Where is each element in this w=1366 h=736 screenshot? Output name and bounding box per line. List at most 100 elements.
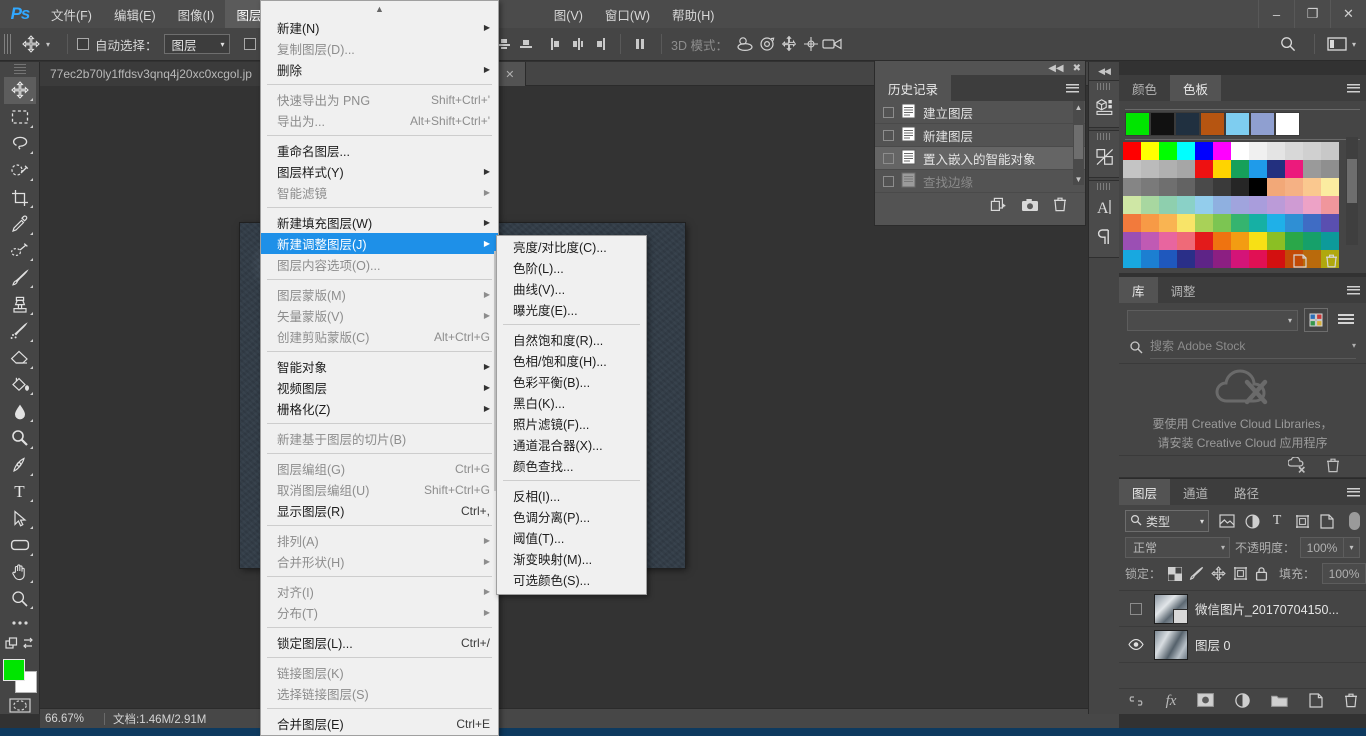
swatch[interactable] bbox=[1123, 142, 1141, 160]
swatch[interactable] bbox=[1267, 178, 1285, 196]
swatch[interactable] bbox=[1195, 142, 1213, 160]
swatch[interactable] bbox=[1177, 178, 1195, 196]
workspace-switcher-icon[interactable] bbox=[1324, 33, 1350, 55]
scroll-down-icon[interactable]: ▼ bbox=[1073, 173, 1084, 185]
swatch[interactable] bbox=[1321, 214, 1339, 232]
layer-row[interactable]: 微信图片_20170704150... bbox=[1119, 591, 1366, 627]
delete-layer-icon[interactable] bbox=[1344, 693, 1358, 711]
menu-file[interactable]: 文件(F) bbox=[40, 0, 103, 28]
menu-item[interactable]: 反相(I)... bbox=[497, 485, 646, 506]
menu-item[interactable]: 照片滤镜(F)... bbox=[497, 413, 646, 434]
type-tool[interactable]: T bbox=[4, 479, 36, 506]
paint-bucket-tool[interactable] bbox=[4, 372, 36, 399]
link-layers-icon[interactable] bbox=[1127, 695, 1145, 709]
menu-item[interactable]: 图层蒙版(M)▶ bbox=[261, 284, 498, 305]
menu-item[interactable]: 合并形状(H)▶ bbox=[261, 551, 498, 572]
recent-swatch[interactable] bbox=[1150, 112, 1175, 136]
menu-item[interactable]: 复制图层(D)... bbox=[261, 38, 498, 59]
menu-item[interactable]: 栅格化(Z)▶ bbox=[261, 398, 498, 419]
dodge-tool[interactable] bbox=[4, 425, 36, 452]
swatch[interactable] bbox=[1213, 160, 1231, 178]
quick-mask-icon[interactable] bbox=[8, 697, 32, 714]
swatch[interactable] bbox=[1195, 196, 1213, 214]
menu-item[interactable]: 新建基于图层的切片(B) bbox=[261, 428, 498, 449]
swatch[interactable] bbox=[1285, 232, 1303, 250]
swatch[interactable] bbox=[1213, 232, 1231, 250]
align-horizontal-centers-icon[interactable] bbox=[567, 33, 589, 55]
menu-item[interactable]: 色彩平衡(B)... bbox=[497, 371, 646, 392]
align-bottom-edges-icon[interactable] bbox=[515, 33, 537, 55]
marquee-tool[interactable] bbox=[4, 104, 36, 131]
layer-visibility-toggle[interactable] bbox=[1125, 639, 1147, 650]
grid-view-button[interactable] bbox=[1304, 308, 1328, 332]
swatch[interactable] bbox=[1213, 214, 1231, 232]
lock-transparent-pixels-icon[interactable] bbox=[1168, 567, 1182, 581]
move-tool[interactable] bbox=[4, 77, 36, 104]
swatch[interactable] bbox=[1231, 214, 1249, 232]
swatch[interactable] bbox=[1303, 232, 1321, 250]
lock-position-icon[interactable] bbox=[1211, 566, 1226, 581]
swatch[interactable] bbox=[1321, 160, 1339, 178]
swatch[interactable] bbox=[1123, 160, 1141, 178]
quick-selection-tool[interactable] bbox=[4, 157, 36, 184]
dock-grip[interactable] bbox=[1097, 133, 1111, 140]
scroll-up-icon[interactable]: ▲ bbox=[1073, 101, 1084, 113]
show-transform-checkbox[interactable] bbox=[244, 38, 256, 50]
distribute-icon[interactable] bbox=[630, 33, 652, 55]
swatch[interactable] bbox=[1141, 142, 1159, 160]
crop-tool[interactable] bbox=[4, 184, 36, 211]
pan-3d-icon[interactable] bbox=[778, 33, 800, 55]
layer-name[interactable]: 微信图片_20170704150... bbox=[1195, 599, 1339, 618]
swatch[interactable] bbox=[1195, 160, 1213, 178]
history-item[interactable]: 新建图层 bbox=[875, 124, 1085, 147]
toolbar-grip[interactable] bbox=[14, 64, 26, 75]
paragraph-panel-icon[interactable] bbox=[1089, 222, 1120, 252]
dock-grip[interactable] bbox=[1097, 83, 1111, 90]
menu-item[interactable]: 取消图层编组(U)Shift+Ctrl+G bbox=[261, 479, 498, 500]
menu-item[interactable]: 对齐(I)▶ bbox=[261, 581, 498, 602]
collapse-panels-icon[interactable]: ◀◀ bbox=[1089, 62, 1119, 80]
path-selection-tool[interactable] bbox=[4, 505, 36, 532]
layer-row[interactable]: 图层 0 bbox=[1119, 627, 1366, 663]
swatch[interactable] bbox=[1285, 178, 1303, 196]
tab-channels[interactable]: 通道 bbox=[1170, 479, 1221, 505]
pixel-filter-icon[interactable] bbox=[1216, 510, 1238, 532]
align-right-edges-icon[interactable] bbox=[589, 33, 611, 55]
swatch[interactable] bbox=[1231, 160, 1249, 178]
sync-off-icon[interactable] bbox=[1288, 457, 1306, 476]
eraser-tool[interactable] bbox=[4, 345, 36, 372]
screen-mode-icon[interactable] bbox=[4, 633, 36, 655]
menu-item[interactable]: 删除▶ bbox=[261, 59, 498, 80]
menu-item[interactable]: 渐变映射(M)... bbox=[497, 548, 646, 569]
swatch[interactable] bbox=[1123, 232, 1141, 250]
menu-item[interactable]: 色调分离(P)... bbox=[497, 506, 646, 527]
new-document-from-state-icon[interactable] bbox=[990, 197, 1007, 215]
swatch[interactable] bbox=[1213, 196, 1231, 214]
hand-tool[interactable] bbox=[4, 559, 36, 586]
menu-item[interactable]: 合并图层(E)Ctrl+E bbox=[261, 713, 498, 734]
scale-3d-camera-icon[interactable] bbox=[822, 33, 844, 55]
character-panel-icon[interactable]: A bbox=[1089, 192, 1120, 222]
swatch[interactable] bbox=[1159, 232, 1177, 250]
menu-item[interactable]: 智能滤镜▶ bbox=[261, 182, 498, 203]
recent-swatch[interactable] bbox=[1200, 112, 1225, 136]
filter-enable-toggle[interactable] bbox=[1349, 512, 1360, 530]
menu-item[interactable]: 分布(T)▶ bbox=[261, 602, 498, 623]
history-snapshot-checkbox[interactable] bbox=[883, 130, 894, 141]
swatch[interactable] bbox=[1141, 178, 1159, 196]
opacity-stepper-icon[interactable]: ▾ bbox=[1344, 537, 1360, 558]
minimize-icon[interactable]: – bbox=[1258, 0, 1294, 28]
document-tab-1[interactable]: 77ec2b70ly1ffdsv3qnq4j20xc0xcgol.jp bbox=[40, 62, 263, 86]
swatch[interactable] bbox=[1141, 160, 1159, 178]
menu-item[interactable]: 选择链接图层(S) bbox=[261, 683, 498, 704]
menu-item[interactable]: 锁定图层(L)...Ctrl+/ bbox=[261, 632, 498, 653]
swatch[interactable] bbox=[1285, 214, 1303, 232]
auto-select-checkbox[interactable] bbox=[77, 38, 89, 50]
swatch[interactable] bbox=[1231, 196, 1249, 214]
swatch[interactable] bbox=[1177, 232, 1195, 250]
new-snapshot-icon[interactable] bbox=[1021, 198, 1039, 215]
recent-swatch[interactable] bbox=[1250, 112, 1275, 136]
tab-history[interactable]: 历史记录 bbox=[875, 75, 951, 101]
close-tab-icon[interactable]: ✕ bbox=[505, 68, 514, 81]
menu-item[interactable]: 曝光度(E)... bbox=[497, 299, 646, 320]
